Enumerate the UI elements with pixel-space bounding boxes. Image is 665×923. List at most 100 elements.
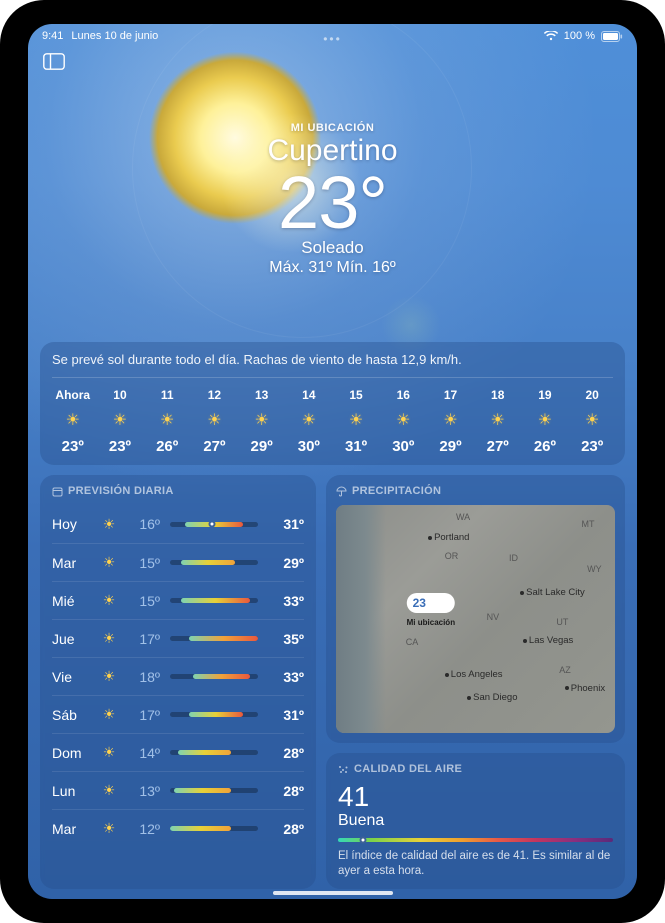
map-city-label: MT [582, 519, 595, 529]
daily-row[interactable]: Mié☀︎15º33º [52, 581, 304, 619]
daily-row[interactable]: Lun☀︎13º28º [52, 771, 304, 809]
day-label: Jue [52, 631, 94, 647]
map-city-label: WY [587, 564, 602, 574]
hourly-forecast-card[interactable]: Se prevé sol durante todo el día. Rachas… [40, 342, 625, 465]
hour-temp: 30º [392, 438, 414, 455]
current-condition: Soleado [28, 238, 637, 258]
daily-row[interactable]: Hoy☀︎16º31º [52, 505, 304, 543]
map-location-pin[interactable]: 23 Mi ubicación [407, 593, 455, 627]
map-city-label: CA [406, 637, 419, 647]
map-city-label: Los Angeles [445, 669, 503, 680]
day-label: Hoy [52, 516, 94, 532]
current-temperature: 23° [28, 166, 637, 240]
hour-item[interactable]: 19☀︎26º [524, 388, 566, 455]
air-quality-title: CALIDAD DEL AIRE [338, 763, 613, 775]
day-high: 29º [268, 555, 304, 571]
sun-icon: ☀︎ [160, 410, 174, 430]
map-city-label: AZ [559, 665, 571, 675]
map-city-label: Phoenix [565, 683, 605, 694]
temp-range-bar [170, 522, 258, 527]
hour-label: 17 [444, 388, 457, 402]
hour-item[interactable]: 20☀︎23º [571, 388, 613, 455]
battery-percent: 100 % [564, 30, 595, 42]
hour-item[interactable]: 17 ☀︎ 29º [430, 388, 472, 455]
sun-icon: ☀︎ [94, 668, 124, 685]
daily-forecast-list: Hoy☀︎16º31ºMar☀︎15º29ºMié☀︎15º33ºJue☀︎17… [52, 505, 304, 847]
hour-item[interactable]: 13☀︎29º [241, 388, 283, 455]
day-low: 17º [124, 631, 160, 647]
daily-row[interactable]: Mar☀︎15º29º [52, 543, 304, 581]
hour-temp: 23º [62, 438, 84, 455]
hour-temp: 23º [581, 438, 603, 455]
status-date: Lunes 10 de junio [71, 30, 158, 42]
sun-icon: ☀︎ [94, 592, 124, 609]
day-label: Vie [52, 669, 94, 685]
hourly-forecast-row[interactable]: Ahora☀︎23º10☀︎23º11☀︎26º12☀︎27º13☀︎29º14… [52, 388, 613, 455]
hour-label: 12 [208, 388, 221, 402]
hour-item[interactable]: 11☀︎26º [146, 388, 188, 455]
day-low: 15º [124, 593, 160, 609]
hour-temp: 29º [439, 438, 461, 455]
day-low: 12º [124, 821, 160, 837]
daily-row[interactable]: Mar☀︎12º28º [52, 809, 304, 847]
sun-icon: ☀︎ [491, 410, 505, 430]
map-city-label: WA [456, 512, 470, 522]
map-city-label: Salt Lake City [520, 587, 585, 598]
day-label: Mié [52, 593, 94, 609]
sun-icon: ☀︎ [302, 410, 316, 430]
day-label: Sáb [52, 707, 94, 723]
air-quality-card[interactable]: CALIDAD DEL AIRE 41 Buena El índice de c… [326, 753, 625, 889]
wifi-icon [544, 31, 558, 41]
day-label: Mar [52, 555, 94, 571]
temp-range-bar [170, 674, 258, 679]
hour-temp: 31º [345, 438, 367, 455]
daily-forecast-card[interactable]: PREVISIÓN DIARIA Hoy☀︎16º31ºMar☀︎15º29ºM… [40, 475, 316, 889]
sun-icon: ☀︎ [443, 410, 457, 430]
day-high: 35º [268, 631, 304, 647]
sun-icon: ☀︎ [396, 410, 410, 430]
day-low: 17º [124, 707, 160, 723]
multitask-dots-icon[interactable]: ••• [323, 32, 342, 46]
hour-label: Ahora [55, 388, 90, 402]
sun-icon: ☀︎ [207, 410, 221, 430]
hour-item[interactable]: 14☀︎30º [288, 388, 330, 455]
temp-range-bar [170, 826, 258, 831]
daily-row[interactable]: Vie☀︎18º33º [52, 657, 304, 695]
day-label: Mar [52, 821, 94, 837]
daily-row[interactable]: Jue☀︎17º 35º [52, 619, 304, 657]
hourly-summary-text: Se prevé sol durante todo el día. Rachas… [52, 352, 613, 378]
hour-item[interactable]: 16☀︎30º [383, 388, 425, 455]
temp-range-bar [170, 560, 258, 565]
calendar-icon [52, 486, 63, 497]
hour-item[interactable]: 12☀︎27º [194, 388, 236, 455]
day-high: 28º [268, 821, 304, 837]
temp-range-bar [170, 598, 258, 603]
home-indicator[interactable] [273, 891, 393, 895]
aqi-scale-bar [338, 838, 613, 842]
hour-item[interactable]: 15☀︎31º [335, 388, 377, 455]
sun-icon: ☀︎ [254, 410, 268, 430]
sun-icon: ☀︎ [94, 706, 124, 723]
daily-row[interactable]: Dom☀︎14º28º [52, 733, 304, 771]
temp-range-bar [170, 750, 258, 755]
current-weather-header: MI UBICACIÓN Cupertino 23° Soleado Máx. … [28, 122, 637, 277]
precipitation-map-card[interactable]: PRECIPITACIÓN 23 Mi ubicación PortlandWA… [326, 475, 625, 743]
sidebar-toggle-button[interactable] [40, 50, 68, 72]
ipad-frame: 9:41 Lunes 10 de junio 100 % ••• MI UBIC… [0, 0, 665, 923]
day-low: 16º [124, 516, 160, 532]
hour-item[interactable]: Ahora☀︎23º [52, 388, 94, 455]
screen: 9:41 Lunes 10 de junio 100 % ••• MI UBIC… [28, 24, 637, 899]
hour-item[interactable]: 18☀︎27º [477, 388, 519, 455]
day-low: 18º [124, 669, 160, 685]
day-high: 28º [268, 783, 304, 799]
hour-label: 19 [538, 388, 551, 402]
map-city-label: Las Vegas [523, 635, 573, 646]
aqi-quality-label: Buena [338, 812, 613, 830]
sun-icon: ☀︎ [94, 630, 124, 647]
day-low: 14º [124, 745, 160, 761]
hour-item[interactable]: 10☀︎23º [99, 388, 141, 455]
my-location-label: MI UBICACIÓN [28, 122, 637, 134]
daily-row[interactable]: Sáb☀︎17º31º [52, 695, 304, 733]
precipitation-map[interactable]: 23 Mi ubicación PortlandWAMTORIDWYSalt L… [336, 505, 615, 733]
map-city-label: NV [487, 612, 500, 622]
